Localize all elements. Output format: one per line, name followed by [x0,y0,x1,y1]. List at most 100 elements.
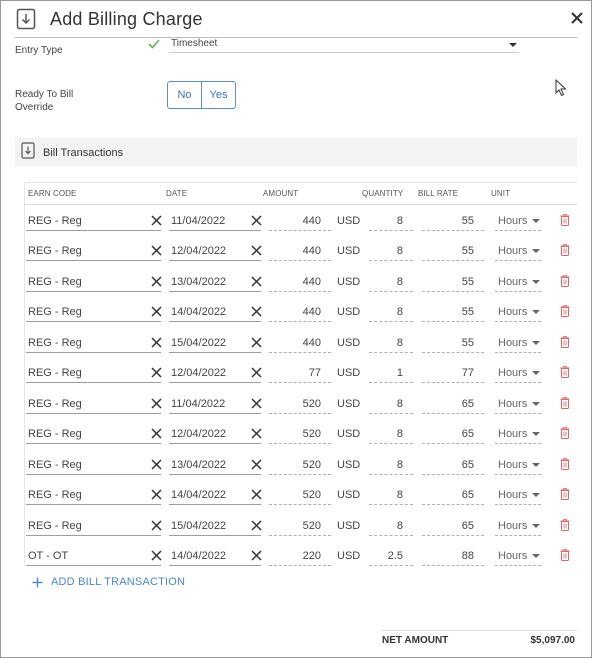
clear-earn-code-icon[interactable] [151,213,162,226]
amount-field[interactable] [269,474,331,475]
unit-select[interactable] [495,260,541,261]
earn-code-field[interactable] [26,352,161,353]
amount-field[interactable] [269,382,331,383]
trash-icon[interactable] [560,274,570,287]
trash-icon[interactable] [560,213,570,226]
clear-date-icon[interactable] [251,304,262,317]
clear-earn-code-icon[interactable] [151,396,162,409]
date-field[interactable] [169,352,261,353]
quantity-field[interactable] [369,565,413,566]
bill-rate-field[interactable] [422,535,484,536]
add-bill-transaction-button[interactable]: ADD BILL TRANSACTION [32,576,185,588]
toggle-yes-button[interactable]: Yes [201,82,235,108]
date-field[interactable] [169,230,261,231]
clear-earn-code-icon[interactable] [151,335,162,348]
date-field[interactable] [169,504,261,505]
clear-date-icon[interactable] [251,213,262,226]
bill-rate-field[interactable] [422,321,484,322]
close-icon[interactable] [567,8,587,28]
date-field[interactable] [169,413,261,414]
bill-rate-field[interactable] [422,565,484,566]
earn-code-field[interactable] [26,321,161,322]
clear-date-icon[interactable] [251,457,262,470]
clear-date-icon[interactable] [251,487,262,500]
earn-code-field[interactable] [26,504,161,505]
earn-code-field[interactable] [26,443,161,444]
amount-field[interactable] [269,504,331,505]
entry-type-select[interactable]: Timesheet [169,37,519,53]
amount-field[interactable] [269,535,331,536]
bill-rate-field[interactable] [422,504,484,505]
amount-field[interactable] [269,230,331,231]
trash-icon[interactable] [560,243,570,256]
clear-earn-code-icon[interactable] [151,426,162,439]
amount-field[interactable] [269,291,331,292]
bill-rate-field[interactable] [422,474,484,475]
date-field[interactable] [169,260,261,261]
earn-code-field[interactable] [26,535,161,536]
unit-select[interactable] [495,474,541,475]
clear-earn-code-icon[interactable] [151,304,162,317]
earn-code-field[interactable] [26,260,161,261]
earn-code-field[interactable] [26,291,161,292]
trash-icon[interactable] [560,487,570,500]
clear-date-icon[interactable] [251,426,262,439]
clear-date-icon[interactable] [251,396,262,409]
clear-date-icon[interactable] [251,365,262,378]
trash-icon[interactable] [560,548,570,561]
unit-select[interactable] [495,443,541,444]
unit-select[interactable] [495,504,541,505]
quantity-field[interactable] [369,535,413,536]
bill-rate-field[interactable] [422,230,484,231]
clear-date-icon[interactable] [251,518,262,531]
quantity-field[interactable] [369,291,413,292]
date-field[interactable] [169,535,261,536]
clear-earn-code-icon[interactable] [151,518,162,531]
clear-earn-code-icon[interactable] [151,365,162,378]
toggle-no-button[interactable]: No [168,82,201,108]
earn-code-field[interactable] [26,382,161,383]
clear-earn-code-icon[interactable] [151,243,162,256]
quantity-field[interactable] [369,382,413,383]
earn-code-field[interactable] [26,565,161,566]
unit-select[interactable] [495,413,541,414]
bill-rate-field[interactable] [422,382,484,383]
clear-earn-code-icon[interactable] [151,457,162,470]
amount-field[interactable] [269,321,331,322]
quantity-field[interactable] [369,352,413,353]
amount-field[interactable] [269,352,331,353]
clear-date-icon[interactable] [251,274,262,287]
clear-date-icon[interactable] [251,243,262,256]
bill-rate-field[interactable] [422,443,484,444]
date-field[interactable] [169,474,261,475]
earn-code-field[interactable] [26,413,161,414]
quantity-field[interactable] [369,321,413,322]
trash-icon[interactable] [560,335,570,348]
trash-icon[interactable] [560,426,570,439]
quantity-field[interactable] [369,260,413,261]
unit-select[interactable] [495,230,541,231]
date-field[interactable] [169,291,261,292]
earn-code-field[interactable] [26,474,161,475]
quantity-field[interactable] [369,474,413,475]
date-field[interactable] [169,382,261,383]
unit-select[interactable] [495,352,541,353]
clear-earn-code-icon[interactable] [151,548,162,561]
quantity-field[interactable] [369,504,413,505]
unit-select[interactable] [495,291,541,292]
unit-select[interactable] [495,382,541,383]
trash-icon[interactable] [560,518,570,531]
unit-select[interactable] [495,535,541,536]
trash-icon[interactable] [560,365,570,378]
trash-icon[interactable] [560,396,570,409]
earn-code-field[interactable] [26,230,161,231]
bill-rate-field[interactable] [422,291,484,292]
clear-earn-code-icon[interactable] [151,274,162,287]
date-field[interactable] [169,321,261,322]
quantity-field[interactable] [369,443,413,444]
amount-field[interactable] [269,565,331,566]
clear-date-icon[interactable] [251,335,262,348]
bill-rate-field[interactable] [422,413,484,414]
amount-field[interactable] [269,443,331,444]
date-field[interactable] [169,443,261,444]
